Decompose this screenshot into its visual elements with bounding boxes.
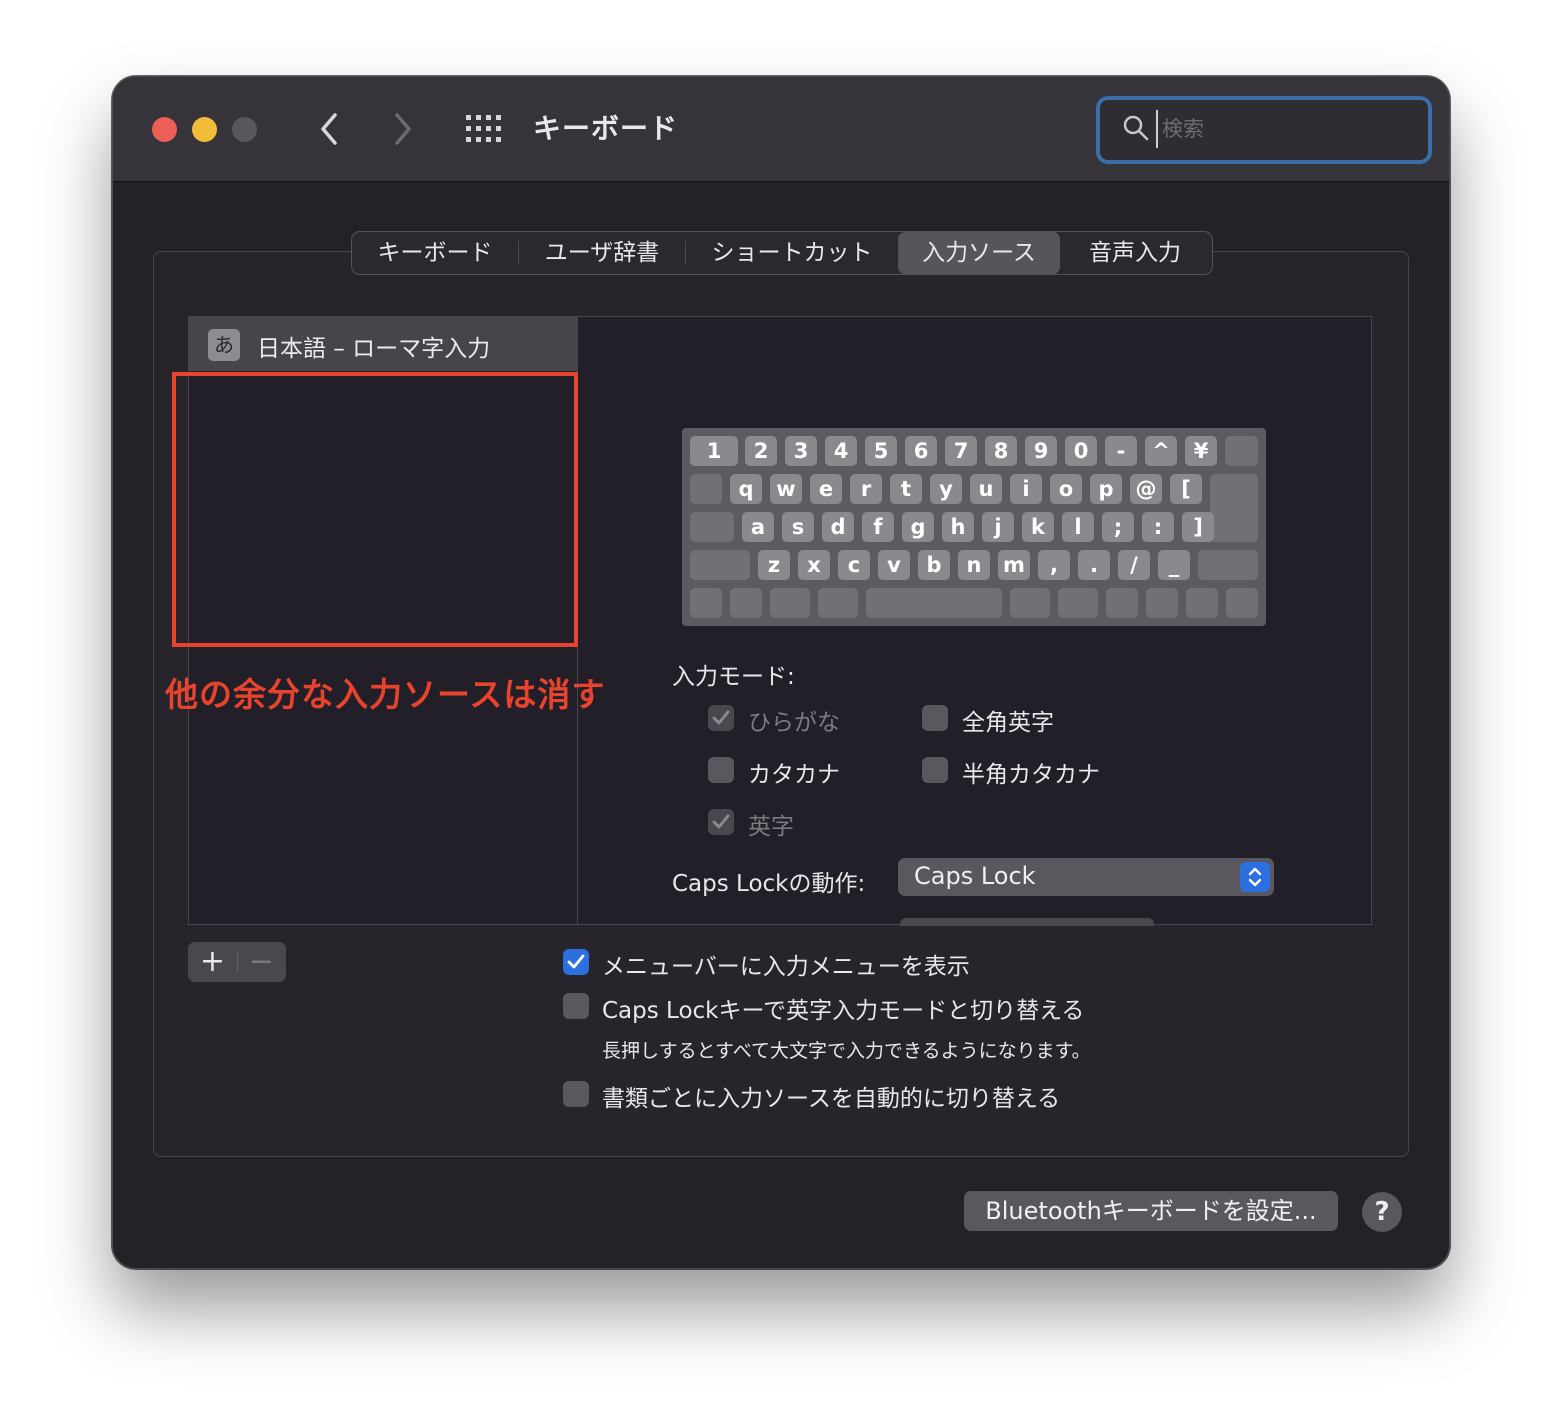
tab-dictation[interactable]: 音声入力 [1060, 232, 1210, 274]
search-input[interactable] [1156, 110, 1414, 148]
minimize-window-button[interactable] [192, 117, 217, 142]
search-icon [1123, 115, 1149, 141]
tab-bar: キーボード ユーザ辞書 ショートカット 入力ソース 音声入力 [351, 231, 1213, 275]
input-source-area: あ 日本語 – ローマ字入力 [188, 316, 1372, 925]
tab-input-sources[interactable]: 入力ソース [898, 232, 1060, 274]
back-button[interactable] [311, 105, 347, 153]
input-source-list[interactable]: あ 日本語 – ローマ字入力 [189, 317, 578, 924]
input-source-name: 日本語 – ローマ字入力 [257, 336, 491, 362]
tab-user-dictionary[interactable]: ユーザ辞書 [519, 232, 685, 274]
grid-icon [466, 115, 501, 142]
tab-shortcuts[interactable]: ショートカット [686, 232, 898, 274]
hiragana-badge-icon: あ [208, 329, 240, 361]
list-item[interactable]: あ 日本語 – ローマ字入力 [189, 317, 577, 371]
close-window-button[interactable] [152, 117, 177, 142]
title-bar: キーボード [113, 77, 1449, 182]
zoom-window-button[interactable] [232, 117, 257, 142]
chevron-left-icon [321, 113, 337, 145]
show-all-button[interactable] [466, 115, 502, 143]
forward-button[interactable] [385, 105, 421, 153]
tab-keyboard[interactable]: キーボード [352, 232, 518, 274]
window-title: キーボード [533, 112, 679, 145]
chevron-right-icon [395, 113, 411, 145]
search-field[interactable] [1096, 96, 1432, 164]
